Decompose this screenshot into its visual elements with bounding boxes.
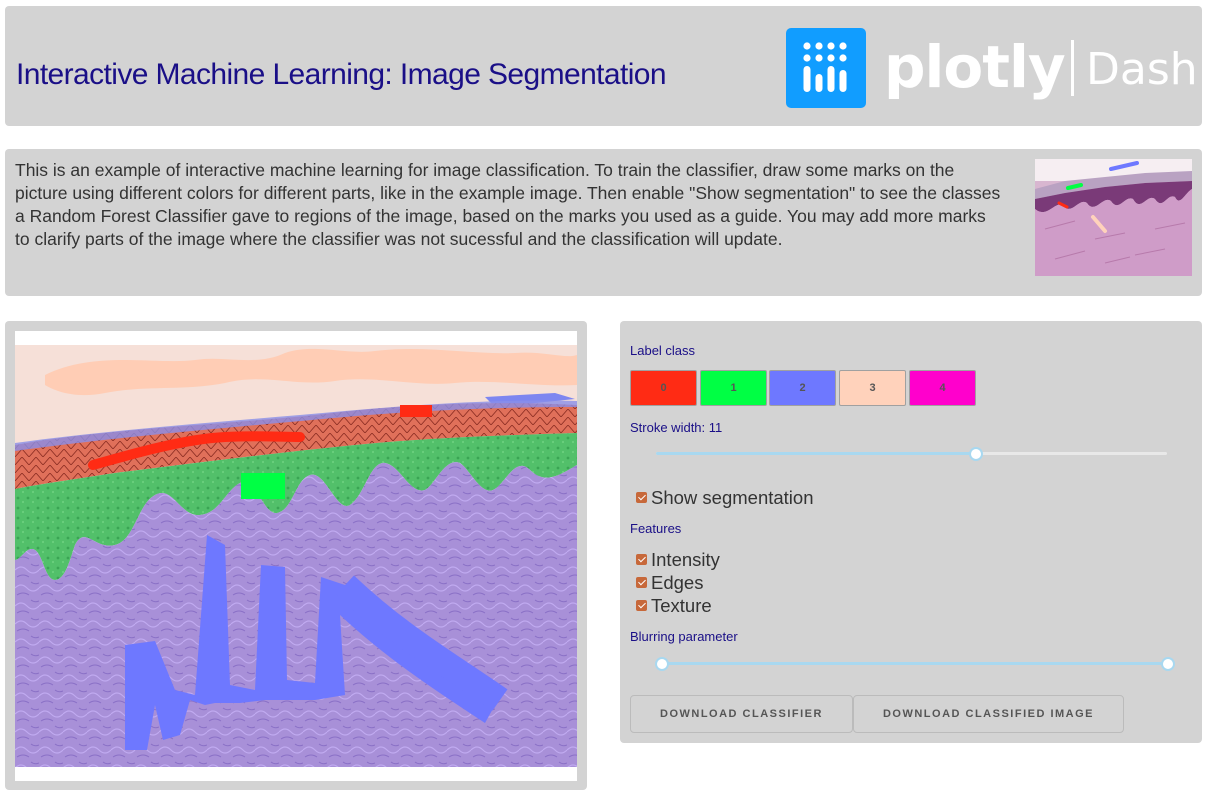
download-classified-image-button[interactable]: DOWNLOAD CLASSIFIED IMAGE (853, 695, 1124, 733)
example-image (1035, 159, 1192, 276)
show-segmentation-label: Show segmentation (651, 487, 814, 508)
feature-edges-label: Edges (651, 572, 704, 593)
checkbox-checked-icon[interactable] (636, 553, 647, 565)
slider-fill (656, 452, 976, 455)
checkbox-checked-icon[interactable] (636, 576, 647, 588)
annotation-canvas-panel (5, 321, 587, 790)
intro-description: This is an example of interactive machin… (15, 160, 1001, 249)
intro-panel: This is an example of interactive machin… (5, 149, 1202, 296)
download-classifier-button[interactable]: DOWNLOAD CLASSIFIER (630, 695, 853, 733)
controls-panel: Label class 0 1 2 3 4 Stroke width: 11 S… (620, 321, 1202, 743)
plotly-dash-logo[interactable]: plotly Dash (786, 28, 1198, 108)
stroke-width-label: Stroke width: 11 (630, 420, 723, 435)
checkbox-checked-icon[interactable] (636, 491, 647, 503)
show-segmentation-checkbox[interactable]: Show segmentation (636, 487, 814, 509)
label-class-3-button[interactable]: 3 (839, 370, 906, 406)
feature-intensity-checkbox[interactable]: Intensity (636, 549, 720, 571)
slider-handle[interactable] (969, 447, 984, 461)
feature-texture-label: Texture (651, 595, 712, 616)
annotation-canvas[interactable] (15, 331, 577, 781)
slider-fill (661, 662, 1167, 665)
header-banner: Interactive Machine Learning: Image Segm… (5, 6, 1202, 126)
slider-handle-min[interactable] (655, 657, 669, 671)
logo-wordmark: plotly (884, 33, 1066, 101)
checkbox-checked-icon[interactable] (636, 599, 647, 611)
feature-intensity-label: Intensity (651, 549, 720, 570)
logo-divider (1071, 40, 1074, 96)
features-title: Features (630, 521, 682, 536)
label-class-1-button[interactable]: 1 (700, 370, 767, 406)
blurring-range-slider[interactable] (655, 655, 1175, 671)
feature-edges-checkbox[interactable]: Edges (636, 572, 703, 594)
segmented-image[interactable] (15, 345, 577, 767)
stroke-width-slider[interactable] (656, 445, 1167, 461)
page-title: Interactive Machine Learning: Image Segm… (16, 58, 667, 91)
label-class-selector: 0 1 2 3 4 (630, 370, 980, 408)
blurring-parameter-label: Blurring parameter (630, 629, 738, 644)
logo-product-name: Dash (1086, 44, 1198, 95)
label-class-title: Label class (630, 343, 696, 358)
label-class-0-button[interactable]: 0 (630, 370, 697, 406)
label-class-4-button[interactable]: 4 (909, 370, 976, 406)
slider-handle-max[interactable] (1161, 657, 1175, 671)
label-class-2-button[interactable]: 2 (769, 370, 836, 406)
feature-texture-checkbox[interactable]: Texture (636, 595, 712, 617)
plotly-logo-icon (786, 28, 866, 108)
